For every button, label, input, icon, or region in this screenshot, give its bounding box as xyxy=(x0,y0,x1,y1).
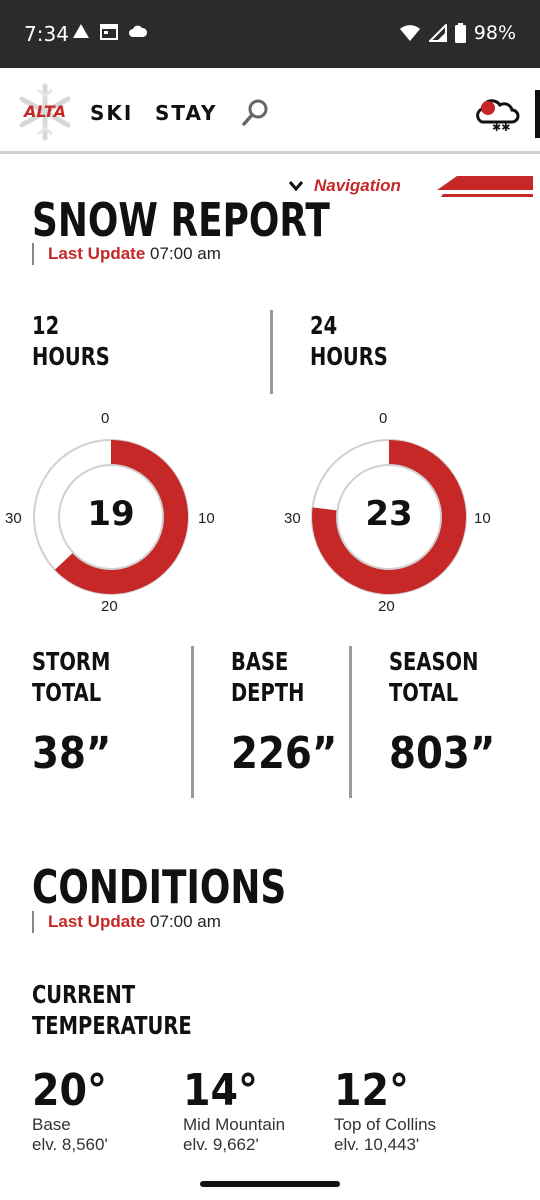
last-update-label: Last Update xyxy=(48,244,146,263)
gauge-12h-tick-bottom: 20 xyxy=(101,598,118,615)
status-notification-icons xyxy=(72,22,148,40)
temp-mid-elevation: elv. 9,662' xyxy=(183,1135,259,1154)
conditions-update-label: Last Update xyxy=(48,912,146,931)
snow-cloud-icon: ✱✱ xyxy=(476,99,520,134)
h24-label-unit: HOURS xyxy=(310,342,388,371)
temp-top-elevation: elv. 10,443' xyxy=(334,1135,420,1154)
season-label-line1: SEASON xyxy=(389,647,479,676)
cloud-icon xyxy=(129,25,148,37)
search-icon xyxy=(242,99,268,126)
conditions-update-time: 07:00 am xyxy=(150,912,221,931)
current-temp-line1: CURRENT xyxy=(32,980,136,1009)
base-label-line1: BASE xyxy=(231,647,289,676)
h12-label-unit: HOURS xyxy=(32,342,110,371)
temp-base-elevation: elv. 8,560' xyxy=(32,1135,108,1154)
status-system-icons: 98% xyxy=(399,22,516,44)
base-label-line2: DEPTH xyxy=(231,678,305,707)
temp-mid-mountain: 14° Mid Mountain elv. 9,662' xyxy=(183,1067,285,1155)
logo-text: ALTA xyxy=(24,102,66,121)
site-header: ALTA SKI STAY ✱✱ xyxy=(0,68,540,154)
current-temperature-label: CURRENT TEMPERATURE xyxy=(32,979,192,1041)
season-total-label: SEASON TOTAL xyxy=(389,646,478,708)
battery-icon xyxy=(454,23,466,43)
status-time: 7:34 xyxy=(24,22,69,46)
season-total-value: 803” xyxy=(389,728,496,779)
storm-label-line2: TOTAL xyxy=(32,678,102,707)
hours-divider xyxy=(270,310,273,394)
h12-label: 12 HOURS xyxy=(32,310,110,372)
base-depth-label: BASE DEPTH xyxy=(231,646,304,708)
home-indicator[interactable] xyxy=(200,1181,340,1187)
gauge-24h-tick-right: 10 xyxy=(474,510,491,527)
chevron-down-icon xyxy=(288,181,304,192)
temp-top-collins: 12° Top of Collins elv. 10,443' xyxy=(334,1067,436,1155)
header-edge-bar xyxy=(535,90,540,138)
last-update-time: 07:00 am xyxy=(150,244,221,263)
temp-base-value: 20° xyxy=(32,1065,107,1116)
h24-label: 24 HOURS xyxy=(310,310,388,372)
h12-label-number: 12 xyxy=(32,311,60,340)
navigation-arrow-icon xyxy=(73,24,89,38)
conditions-title: CONDITIONS xyxy=(32,860,287,914)
wifi-icon xyxy=(399,25,420,41)
gauge-24h-tick-top: 0 xyxy=(379,410,388,427)
temp-top-location: Top of Collins xyxy=(334,1115,437,1134)
nav-ski[interactable]: SKI xyxy=(90,101,133,125)
current-temp-line2: TEMPERATURE xyxy=(32,1011,192,1040)
svg-text:✱✱: ✱✱ xyxy=(492,121,510,134)
totals-divider-2 xyxy=(349,646,352,798)
h24-label-number: 24 xyxy=(310,311,338,340)
temp-base: 20° Base elv. 8,560' xyxy=(32,1067,115,1155)
weather-button[interactable]: ✱✱ xyxy=(472,94,520,134)
battery-percent: 98% xyxy=(473,22,516,44)
season-label-line2: TOTAL xyxy=(389,678,459,707)
signal-icon xyxy=(428,24,447,42)
temp-top-value: 12° xyxy=(334,1065,409,1116)
status-bar: 7:34 98% xyxy=(0,0,540,68)
gauge-24h-tick-bottom: 20 xyxy=(378,598,395,615)
storm-total-value: 38” xyxy=(32,728,112,779)
conditions-last-update: Last Update 07:00 am xyxy=(32,911,221,933)
snow-report-last-update: Last Update 07:00 am xyxy=(32,243,221,265)
navigation-stripe-decoration xyxy=(437,176,533,197)
temp-base-location: Base xyxy=(32,1115,71,1134)
gauge-12h-tick-top: 0 xyxy=(101,410,110,427)
totals-divider-1 xyxy=(191,646,194,798)
calendar-icon xyxy=(100,24,118,40)
storm-label-line1: STORM xyxy=(32,647,111,676)
temp-mid-value: 14° xyxy=(183,1065,258,1116)
gauge-12h-value: 19 xyxy=(87,494,135,534)
base-depth-value: 226” xyxy=(231,728,338,779)
temp-mid-location: Mid Mountain xyxy=(183,1115,286,1134)
gauge-24h-tick-left: 30 xyxy=(284,510,301,527)
nav-stay[interactable]: STAY xyxy=(155,101,218,125)
gauge-24h-value: 23 xyxy=(365,494,413,534)
alta-logo[interactable]: ALTA xyxy=(12,82,78,142)
search-button[interactable] xyxy=(240,98,270,128)
storm-total-label: STORM TOTAL xyxy=(32,646,110,708)
gauge-12h-tick-right: 10 xyxy=(198,510,215,527)
snow-report-title: SNOW REPORT xyxy=(32,193,330,247)
gauge-12h-tick-left: 30 xyxy=(5,510,22,527)
